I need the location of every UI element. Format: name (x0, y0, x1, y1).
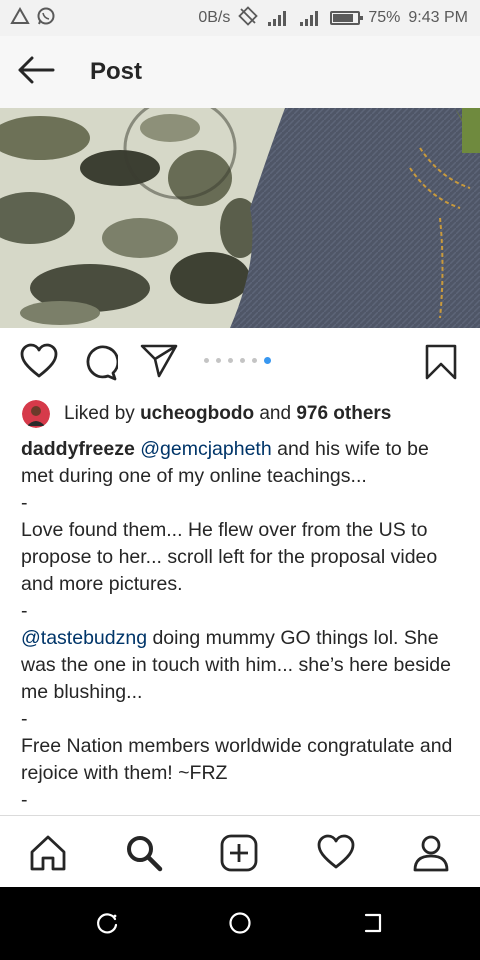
tab-activity[interactable] (316, 834, 356, 875)
tab-home[interactable] (28, 834, 68, 877)
caption-separator-2: - (21, 600, 28, 622)
share-button[interactable] (140, 343, 178, 384)
comment-icon (86, 345, 120, 381)
send-icon (140, 344, 178, 378)
app-header: Post (0, 36, 480, 108)
tab-search[interactable] (124, 834, 164, 877)
bottom-tab-bar (0, 815, 480, 887)
system-nav-bar (0, 887, 480, 960)
hd-signal-icon (298, 10, 322, 26)
recent-apps-button[interactable] (96, 911, 120, 940)
back-button[interactable] (0, 36, 72, 108)
status-right: 0B/s 75% 9:43 PM (198, 5, 468, 31)
home-circle-icon (229, 912, 251, 934)
battery-percent: 75% (368, 9, 401, 26)
bookmark-icon (425, 344, 457, 380)
signal-icon (266, 10, 290, 26)
profile-icon (413, 835, 449, 872)
post-actions (0, 328, 480, 394)
likes-others[interactable]: 976 others (296, 403, 391, 425)
carousel-dot (228, 358, 233, 363)
carousel-dot (252, 358, 257, 363)
tab-profile[interactable] (412, 834, 450, 877)
back-arrow-icon (17, 56, 55, 89)
no-data-icon (238, 5, 259, 31)
caption-separator-1: - (21, 492, 28, 514)
back-nav-button[interactable] (362, 911, 386, 940)
home-icon (30, 835, 66, 871)
battery-fill (333, 14, 353, 22)
carousel-dot-active (264, 357, 271, 364)
like-button[interactable] (20, 343, 58, 384)
comment-button[interactable] (80, 343, 120, 386)
page-title: Post (90, 58, 143, 85)
battery-icon (330, 11, 364, 25)
caption-mention-1[interactable]: @gemcjapheth (140, 438, 271, 460)
caption-separator-4: - (21, 789, 28, 811)
caption-text-4: Free Nation members worldwide congratula… (21, 735, 453, 784)
whatsapp-icon (36, 6, 56, 31)
post-image[interactable] (0, 108, 480, 328)
likes-prefix: Liked by (64, 403, 135, 424)
carousel-dot (240, 358, 245, 363)
caption-separator-3: - (21, 708, 28, 730)
home-nav-button[interactable] (228, 911, 252, 940)
likes-user[interactable]: ucheogbodo (140, 403, 254, 425)
likes-joiner: and (259, 403, 292, 424)
carousel-indicator (204, 357, 271, 364)
caption-username[interactable]: daddyfreeze (21, 438, 135, 460)
caption-mention-2[interactable]: @tastebudzng (21, 627, 147, 649)
carousel-dot (216, 358, 221, 363)
recent-apps-icon (97, 913, 118, 934)
camouflage-and-denim-photo (0, 108, 480, 328)
save-button[interactable] (424, 344, 458, 385)
status-left (10, 6, 56, 31)
heart-icon (20, 343, 58, 378)
new-post-icon (220, 834, 258, 872)
alert-triangle-icon (10, 6, 30, 30)
avatar (22, 400, 50, 428)
activity-heart-icon (317, 834, 355, 869)
carousel-dot (204, 358, 209, 363)
network-speed: 0B/s (198, 9, 231, 26)
tab-new-post[interactable] (220, 834, 258, 877)
status-bar: 0B/s 75% 9:43 PM (0, 0, 480, 36)
caption-text-2: Love found them... He flew over from the… (21, 519, 438, 595)
search-icon (127, 836, 163, 872)
likes-summary[interactable]: Liked by ucheogbodo and 976 others (22, 399, 391, 429)
back-icon (364, 913, 382, 933)
post-caption: daddyfreeze @gemcjapheth and his wife to… (21, 436, 466, 814)
clock: 9:43 PM (408, 9, 468, 26)
